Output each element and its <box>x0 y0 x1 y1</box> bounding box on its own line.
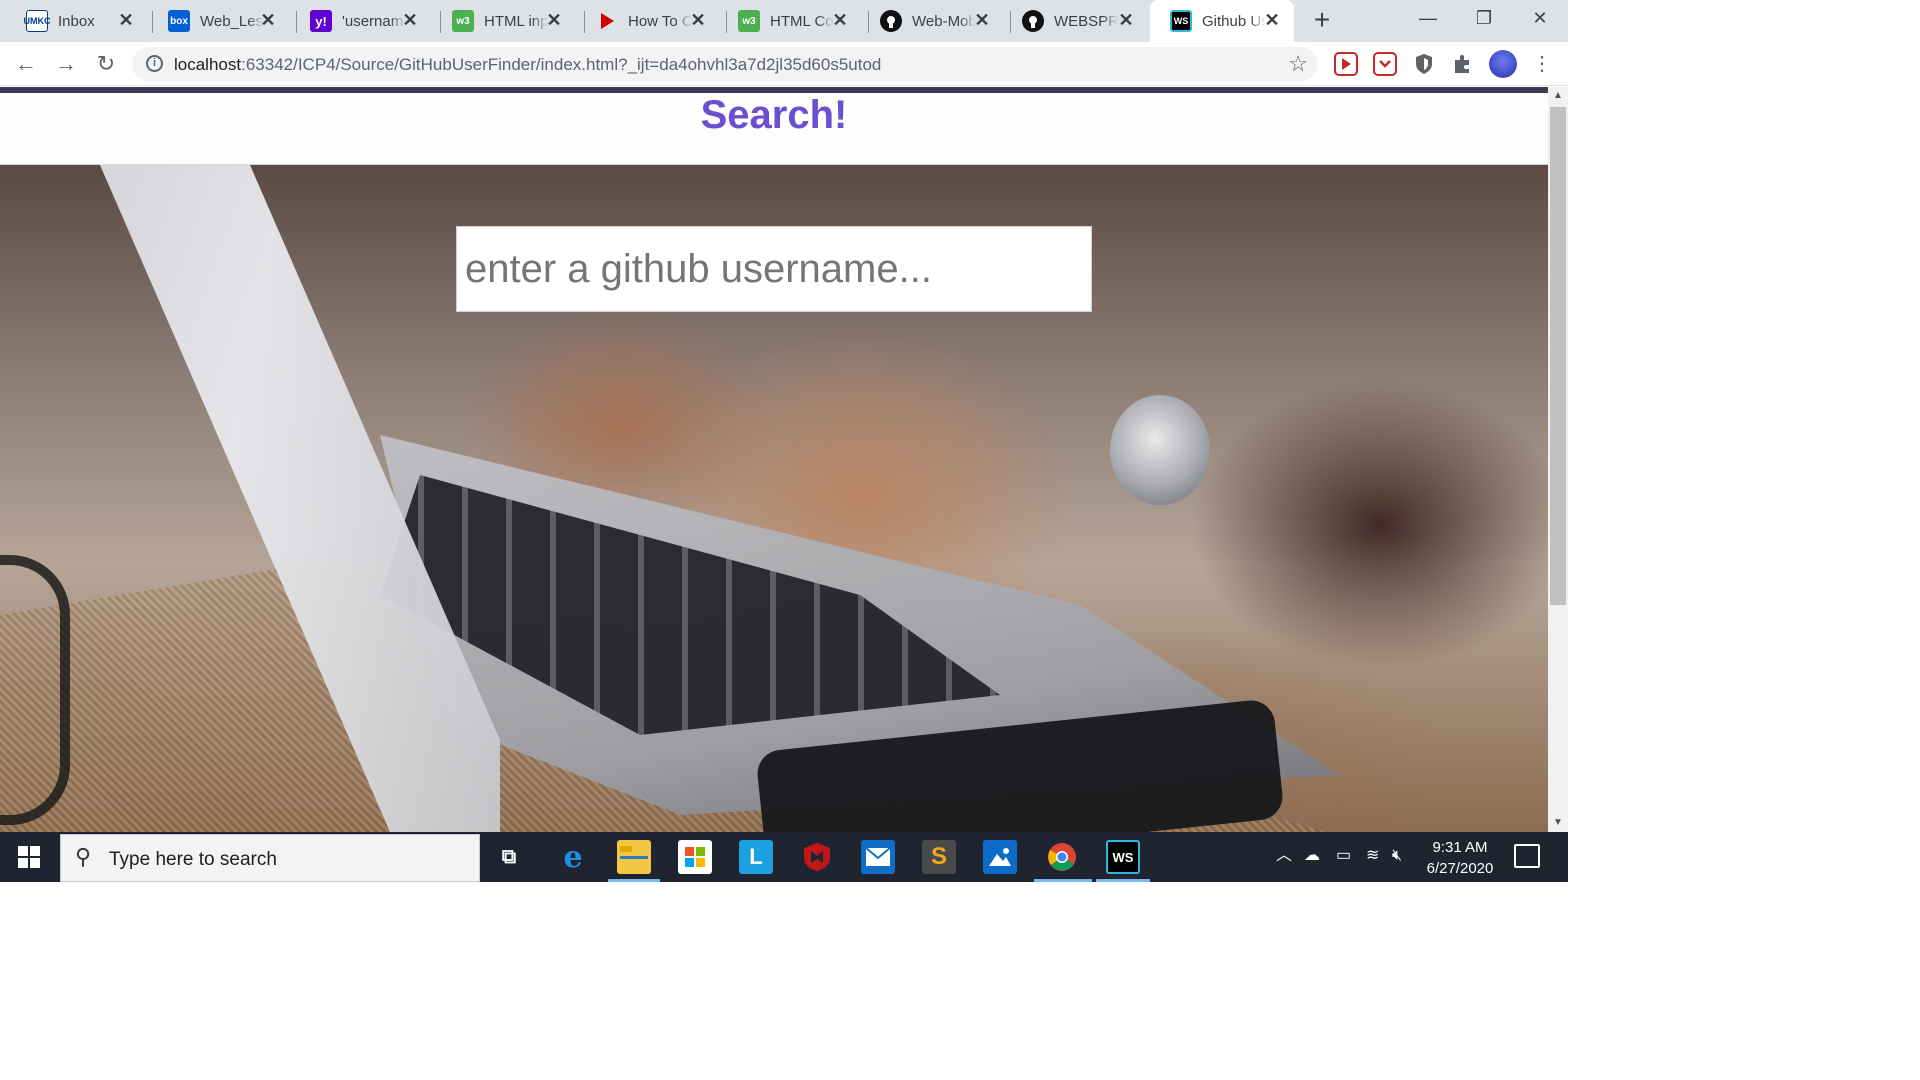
forward-button[interactable]: → <box>52 50 80 78</box>
close-window-button[interactable]: ✕ <box>1512 0 1568 36</box>
browser-toolbar: ← → ↻ i localhost:63342/ICP4/Source/GitH… <box>0 42 1568 86</box>
close-icon[interactable]: ✕ <box>258 10 278 30</box>
close-icon[interactable]: ✕ <box>688 10 708 30</box>
chrome-menu-icon[interactable]: ⋮ <box>1528 50 1556 78</box>
bookmark-star-icon[interactable]: ☆ <box>1288 51 1308 77</box>
clock-date: 6/27/2020 <box>1426 860 1494 877</box>
page-header: Search! <box>0 93 1548 165</box>
video-downloader-extension-icon[interactable] <box>1334 52 1358 76</box>
close-icon[interactable]: ✕ <box>400 10 420 30</box>
taskbar-search-placeholder: Type here to search <box>109 849 277 870</box>
info-icon[interactable]: i <box>146 55 163 72</box>
onedrive-cloud-icon[interactable]: ☁ <box>1304 846 1320 866</box>
webstorm-icon[interactable]: WS <box>1106 840 1140 874</box>
w3schools-icon: w3 <box>738 10 760 32</box>
close-icon[interactable]: ✕ <box>1262 10 1282 30</box>
pocket-extension-icon[interactable] <box>1373 52 1397 76</box>
extensions-puzzle-icon[interactable] <box>1451 52 1475 76</box>
scroll-down-arrow-icon[interactable]: ▼ <box>1548 814 1568 832</box>
profile-avatar[interactable] <box>1489 50 1517 78</box>
tab-title: Web_Less <box>200 12 264 30</box>
tab-title: HTML inp <box>484 12 548 30</box>
edge-icon[interactable]: e <box>556 840 590 875</box>
tab-title: WEBSPRI <box>1054 12 1118 30</box>
chrome-active-indicator <box>1034 879 1092 882</box>
tab-title: How To C <box>628 12 692 30</box>
page-title: Search! <box>700 93 848 137</box>
sublime-icon[interactable]: S <box>922 840 956 874</box>
tab-inbox[interactable]: UMKC Inbox ✕ <box>6 0 148 42</box>
close-icon[interactable]: ✕ <box>1116 10 1136 30</box>
taskbar-search-box[interactable]: ⚲ Type here to search <box>60 834 480 882</box>
start-button[interactable] <box>0 832 58 882</box>
tab-github-user-finder[interactable]: WS Github Us ✕ <box>1150 0 1294 42</box>
tab-how-to[interactable]: How To C ✕ <box>576 0 720 42</box>
username-search-input[interactable] <box>457 227 1091 311</box>
tab-title: Inbox <box>58 12 95 30</box>
github-icon <box>880 10 902 32</box>
task-view-icon[interactable]: ⧉ <box>492 840 526 874</box>
scrollbar-thumb[interactable] <box>1550 107 1566 605</box>
w3schools-icon: w3 <box>452 10 474 32</box>
explorer-active-indicator <box>608 879 660 882</box>
close-icon[interactable]: ✕ <box>972 10 992 30</box>
chrome-icon[interactable] <box>1045 840 1079 874</box>
username-search-box <box>456 226 1092 312</box>
browser-tab-strip: UMKC Inbox ✕ box Web_Less ✕ y! 'username… <box>0 0 1568 42</box>
minimize-button[interactable]: — <box>1400 0 1456 36</box>
new-tab-button[interactable]: + <box>1308 6 1336 34</box>
yahoo-icon: y! <box>310 10 332 32</box>
tab-web-mob[interactable]: Web-Mob ✕ <box>860 0 1004 42</box>
tab-username[interactable]: y! 'username ✕ <box>290 0 432 42</box>
close-icon[interactable]: ✕ <box>116 10 136 30</box>
tab-title: HTML Col <box>770 12 834 30</box>
reload-button[interactable]: ↻ <box>92 50 120 78</box>
show-hidden-icons-chevron-icon[interactable]: ︿ <box>1276 846 1292 866</box>
github-icon <box>1022 10 1044 32</box>
url-text[interactable]: localhost:63342/ICP4/Source/GitHubUserFi… <box>174 55 881 75</box>
windows-taskbar: ⚲ Type here to search ⧉ e L S WS ︿ ☁ ▭ ≋… <box>0 832 1568 882</box>
close-icon[interactable]: ✕ <box>830 10 850 30</box>
wristwatch <box>1110 395 1210 505</box>
tab-title: Web-Mob <box>912 12 976 30</box>
search-icon: ⚲ <box>75 844 92 869</box>
tab-web-less[interactable]: box Web_Less ✕ <box>148 0 290 42</box>
l-app-icon[interactable]: L <box>739 840 773 874</box>
webstorm-icon: WS <box>1170 10 1192 32</box>
mail-icon[interactable] <box>861 840 895 874</box>
restore-button[interactable]: ❐ <box>1456 0 1512 36</box>
battery-icon[interactable]: ▭ <box>1336 846 1351 866</box>
clock-time: 9:31 AM <box>1432 839 1488 856</box>
umkc-icon: UMKC <box>24 10 51 32</box>
wifi-icon[interactable]: ≋ <box>1366 846 1379 866</box>
url-path: :63342/ICP4/Source/GitHubUserFinder/inde… <box>241 55 882 74</box>
page-scrollbar[interactable]: ▲ ▼ <box>1548 87 1568 832</box>
photos-icon[interactable] <box>983 840 1017 874</box>
close-icon[interactable]: ✕ <box>544 10 564 30</box>
web-page: Search! <box>0 87 1548 832</box>
file-explorer-icon[interactable] <box>617 840 651 874</box>
action-center-icon[interactable] <box>1514 844 1540 868</box>
back-button[interactable]: ← <box>12 50 40 78</box>
address-bar[interactable]: i localhost:63342/ICP4/Source/GitHubUser… <box>132 47 1318 81</box>
box-icon: box <box>168 10 190 32</box>
tab-title: Github Us <box>1202 12 1266 30</box>
volume-muted-icon[interactable]: 🔇︎ <box>1392 846 1402 866</box>
scroll-up-arrow-icon[interactable]: ▲ <box>1548 87 1568 105</box>
url-host: localhost <box>174 55 242 74</box>
tab-webspring[interactable]: WEBSPRI ✕ <box>1002 0 1148 42</box>
store-icon[interactable] <box>678 840 712 874</box>
webstorm-active-indicator <box>1096 879 1150 882</box>
tab-html-input[interactable]: w3 HTML inp ✕ <box>432 0 576 42</box>
taskbar-clock[interactable]: 9:31 AM 6/27/2020 <box>1418 837 1502 879</box>
play-icon <box>596 10 618 32</box>
tab-html-color[interactable]: w3 HTML Col ✕ <box>718 0 862 42</box>
tab-title: 'username <box>342 12 406 30</box>
eyeglasses <box>0 555 70 825</box>
shield-extension-icon[interactable] <box>1412 52 1436 76</box>
windows-logo-icon <box>18 846 40 868</box>
mcafee-icon[interactable] <box>800 840 834 874</box>
